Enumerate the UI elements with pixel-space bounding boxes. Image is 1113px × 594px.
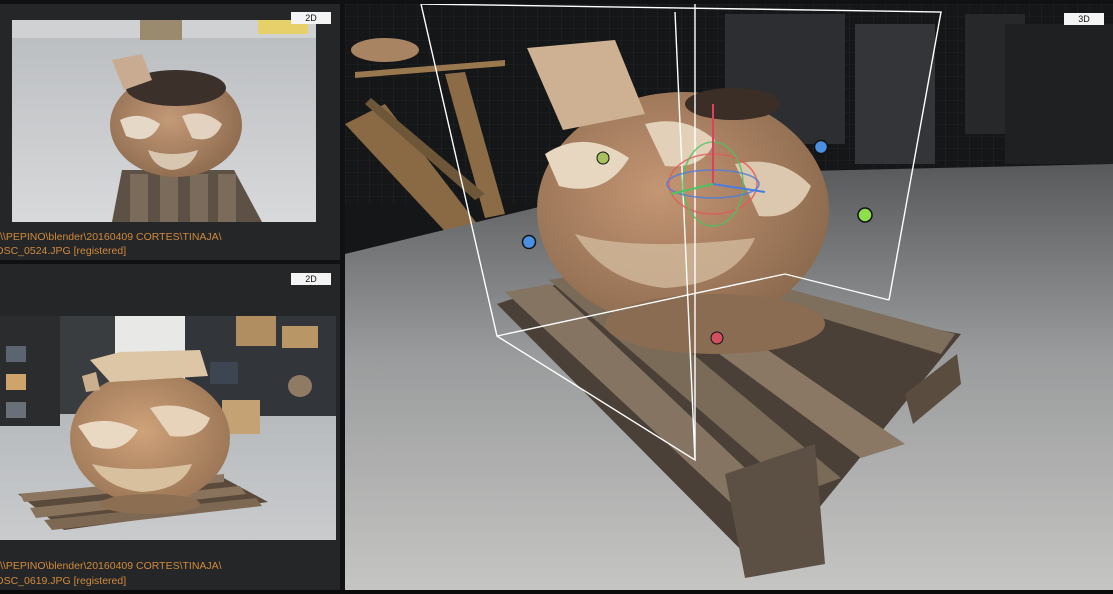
control-point-icon[interactable] — [521, 234, 537, 250]
photo-thumbnail-top[interactable] — [12, 20, 316, 222]
status-strip — [0, 590, 1113, 594]
image-path-line1: \\PEPINO\blender\20160409 CORTES\TINAJA\ — [0, 560, 222, 572]
reconstruction-app: 2D \\PEPINO\blender\20160409 CORTES\TINA… — [0, 0, 1113, 594]
view-mode-badge: 3D — [1064, 13, 1104, 25]
control-point-icon[interactable] — [596, 151, 610, 165]
view-mode-badge: 2D — [291, 273, 331, 285]
image-path-line2: DSC_0524.JPG [registered] — [0, 245, 127, 257]
photo-thumbnail-bottom[interactable] — [0, 316, 336, 540]
image-path-line2: DSC_0619.JPG [registered] — [0, 575, 127, 587]
control-point-icon[interactable] — [710, 331, 724, 345]
view-mode-badge: 2D — [291, 12, 331, 24]
photo-view-bottom[interactable]: 2D \\PEPINO\blender\20160409 CORTES\TINA… — [0, 264, 340, 590]
photo-dsc-0619 — [0, 316, 336, 540]
control-point-icon[interactable] — [813, 139, 829, 155]
image-path-line1: \\PEPINO\blender\20160409 CORTES\TINAJA\ — [0, 231, 222, 243]
point-cloud-scene — [345, 4, 1113, 590]
viewport-3d[interactable]: 3D — [345, 4, 1113, 590]
photo-dsc-0524 — [12, 20, 316, 222]
control-point-icon[interactable] — [857, 207, 873, 223]
photo-view-top[interactable]: 2D \\PEPINO\blender\20160409 CORTES\TINA… — [0, 4, 340, 260]
